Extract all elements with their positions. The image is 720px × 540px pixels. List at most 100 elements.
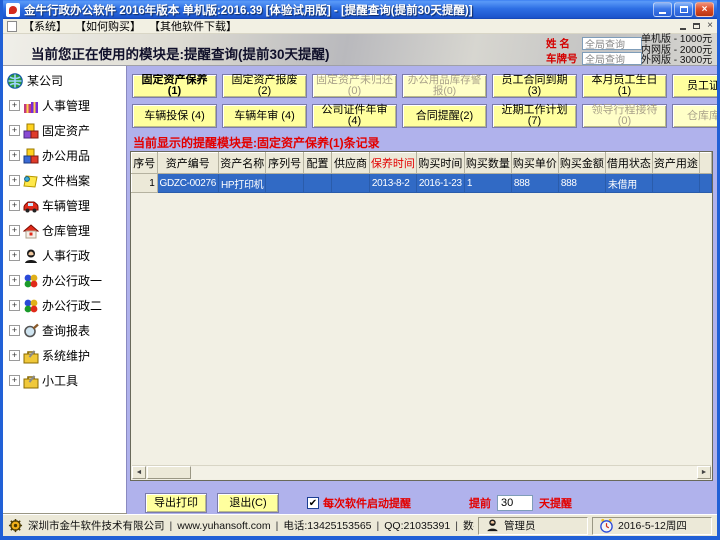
column-header[interactable]: 购买时间	[416, 153, 464, 174]
column-header[interactable]: 购买单价	[511, 153, 558, 174]
price-list: 单机版 - 1000元 内网版 - 2000元 外网版 - 3000元	[641, 35, 712, 67]
plate-label: 车牌号	[546, 51, 582, 66]
tree-root-company[interactable]: 某公司	[7, 72, 124, 89]
horizontal-scrollbar[interactable]: ◄ ►	[132, 465, 711, 479]
expander-icon[interactable]: +	[9, 150, 20, 161]
mdi-close-button[interactable]: ×	[707, 21, 713, 31]
user-icon	[485, 518, 500, 533]
startup-reminder-checkbox[interactable]: ✔	[307, 497, 319, 509]
magnifier-icon	[23, 323, 39, 339]
exit-button[interactable]: 退出(C)	[217, 493, 279, 513]
sidebar-tree: 某公司 + 人事管理 + 固定资产 + 办公	[3, 66, 127, 514]
leader-schedule-reception-button: 领导行程接待 (0)	[582, 104, 667, 128]
column-header[interactable]: 购买金额	[558, 153, 605, 174]
fixed-asset-scrap-button[interactable]: 固定资产报废 (2)	[222, 74, 307, 98]
menu-other-downloads[interactable]: 【其他软件下载】	[149, 18, 237, 34]
car-icon	[23, 198, 39, 214]
mdi-document-icon	[7, 21, 17, 32]
expander-icon[interactable]: +	[9, 350, 20, 361]
menu-system[interactable]: 【系统】	[23, 18, 67, 34]
gear-icon	[8, 518, 23, 533]
current-user-panel: 管理员	[478, 517, 588, 535]
price-internet: 外网版 - 3000元	[641, 56, 712, 67]
column-header[interactable]: 借用状态	[605, 153, 652, 174]
qq-number: QQ:21035391	[384, 520, 450, 532]
column-header[interactable]: 供应商	[332, 153, 370, 174]
menu-how-to-buy[interactable]: 【如何购买】	[75, 18, 141, 34]
scroll-left-button[interactable]: ◄	[132, 466, 146, 479]
sidebar-item-warehouse-management[interactable]: + 仓库管理	[5, 218, 124, 243]
table-row[interactable]: 1 GDZC-00276 HP打印机 2013-8-2 2016-1-23 1 …	[132, 174, 712, 193]
column-header[interactable]: 资产用途	[652, 153, 699, 174]
sidebar-item-system-maintenance[interactable]: + 系统维护	[5, 343, 124, 368]
warehouse-stock-alert-button: 仓库库存警	[672, 104, 717, 128]
restore-button[interactable]	[674, 2, 693, 17]
advance-days-input[interactable]	[497, 495, 533, 511]
price-standalone: 单机版 - 1000元	[641, 35, 712, 46]
expander-icon[interactable]: +	[9, 200, 20, 211]
toolbox-icon	[23, 373, 39, 389]
sidebar-item-fixed-assets[interactable]: + 固定资产	[5, 118, 124, 143]
minimize-button[interactable]	[653, 2, 672, 17]
vehicle-inspection-button[interactable]: 车辆年审 (4)	[222, 104, 307, 128]
column-header[interactable]: 购买数量	[464, 153, 511, 174]
scrollbar-thumb[interactable]	[147, 466, 191, 479]
fixed-asset-maintenance-button[interactable]: 固定资产保养 (1)	[132, 74, 217, 98]
column-header[interactable]: 资产编号	[157, 153, 218, 174]
sidebar-item-small-tools[interactable]: + 小工具	[5, 368, 124, 393]
sidebar-item-office-supplies[interactable]: + 办公用品	[5, 143, 124, 168]
sidebar-item-office-admin-2[interactable]: + 办公行政二	[5, 293, 124, 318]
website-link[interactable]: www.yuhansoft.com	[177, 520, 270, 532]
note-icon	[23, 173, 39, 189]
column-header[interactable]: 配置	[303, 153, 331, 174]
current-reminder-status-text: 当前显示的提醒模块是:固定资产保养(1)条记录	[133, 134, 380, 151]
expander-icon[interactable]: +	[9, 100, 20, 111]
days-suffix-label: 天提醒	[539, 495, 572, 511]
scroll-right-button[interactable]: ►	[697, 466, 711, 479]
vehicle-insurance-button[interactable]: 车辆投保 (4)	[132, 104, 217, 128]
maintenance-date-cell: 2013-8-2	[369, 174, 416, 193]
expander-icon[interactable]: +	[9, 250, 20, 261]
records-grid: 序号 资产编号 资产名称 序列号 配置 供应商 保养时间 购买时间 购买数量 购…	[130, 151, 713, 481]
row-index-cell: 1	[132, 174, 158, 193]
close-button[interactable]: ×	[695, 2, 714, 17]
expander-icon[interactable]: +	[9, 125, 20, 136]
app-logo-icon	[6, 3, 20, 17]
expander-icon[interactable]: +	[9, 175, 20, 186]
name-search-input[interactable]	[582, 37, 642, 50]
contract-reminder-button[interactable]: 合同提醒(2)	[402, 104, 487, 128]
fixed-asset-unreturned-button: 固定资产未归还 (0)	[312, 74, 397, 98]
window-title: 金牛行政办公软件 2016年版本 单机版:2016.39 [体验试用版] - […	[24, 2, 653, 18]
mdi-restore-button[interactable]	[693, 23, 700, 29]
sidebar-item-query-reports[interactable]: + 查询报表	[5, 318, 124, 343]
recent-work-plan-button[interactable]: 近期工作计划(7)	[492, 104, 577, 128]
plate-search-input[interactable]	[582, 52, 642, 65]
sidebar-item-file-archive[interactable]: + 文件档案	[5, 168, 124, 193]
phone-number: 电话:13425153565	[283, 518, 371, 533]
column-header-maintenance-time[interactable]: 保养时间	[369, 153, 416, 174]
employee-birthday-button[interactable]: 本月员工生日(1)	[582, 74, 667, 98]
name-label: 姓 名	[546, 36, 582, 51]
sidebar-item-hr-management[interactable]: + 人事管理	[5, 93, 124, 118]
column-header[interactable]: 序号	[132, 153, 158, 174]
sidebar-item-hr-admin[interactable]: + 人事行政	[5, 243, 124, 268]
expander-icon[interactable]: +	[9, 375, 20, 386]
startup-reminder-label: 每次软件启动提醒	[323, 495, 411, 511]
person-icon	[23, 248, 39, 264]
mdi-minimize-button[interactable]	[680, 23, 686, 30]
column-header[interactable]: 序列号	[266, 153, 303, 174]
employee-contract-expiry-button[interactable]: 员工合同到期(3)	[492, 74, 577, 98]
employee-certificate-expiry-button[interactable]: 员工证件到	[672, 74, 717, 98]
tree-root-label: 某公司	[27, 72, 63, 89]
expander-icon[interactable]: +	[9, 300, 20, 311]
expander-icon[interactable]: +	[9, 275, 20, 286]
export-print-button[interactable]: 导出打印	[145, 493, 207, 513]
current-date-text: 2016-5-12周四	[618, 518, 687, 533]
sidebar-item-vehicle-management[interactable]: + 车辆管理	[5, 193, 124, 218]
company-certificate-review-button[interactable]: 公司证件年审 (4)	[312, 104, 397, 128]
column-header[interactable]: 资产名称	[218, 153, 266, 174]
expander-icon[interactable]: +	[9, 325, 20, 336]
sidebar-item-office-admin-1[interactable]: + 办公行政一	[5, 268, 124, 293]
scrollbar-track[interactable]	[191, 466, 697, 479]
expander-icon[interactable]: +	[9, 225, 20, 236]
